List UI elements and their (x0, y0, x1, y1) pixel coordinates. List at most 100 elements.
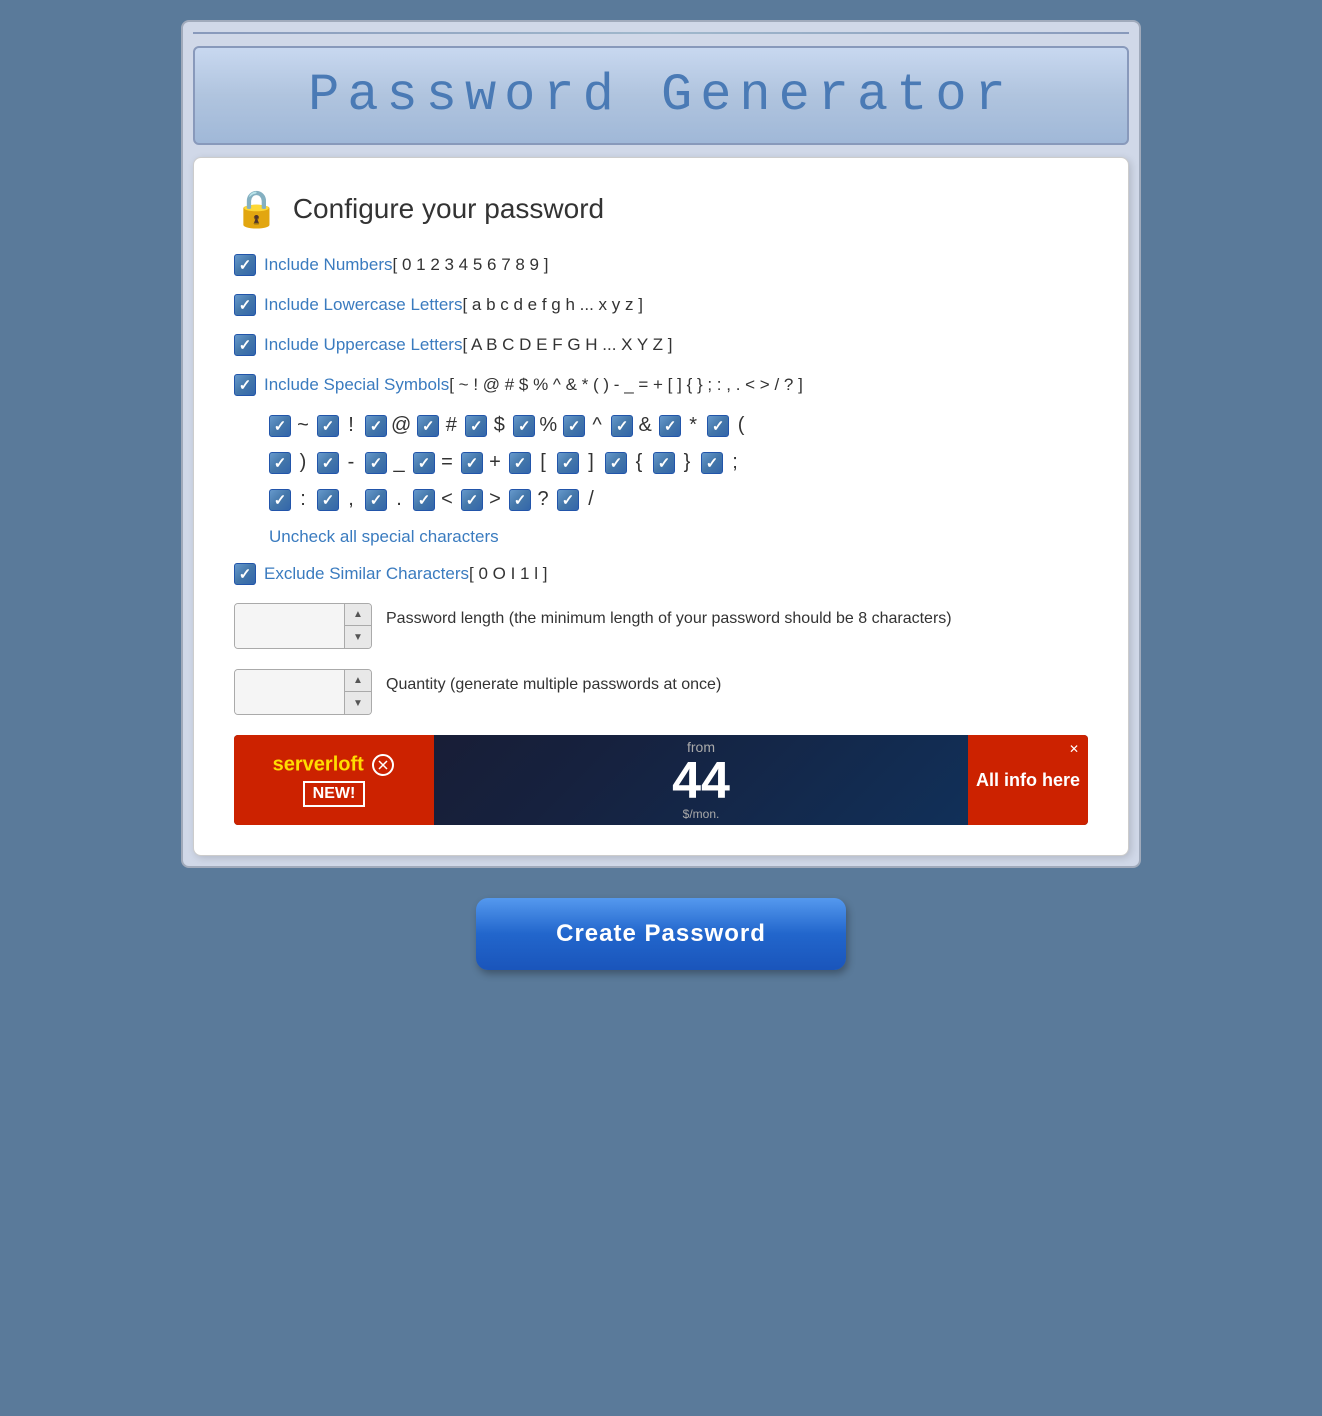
option-exclude-link[interactable]: Exclude Similar Characters (264, 564, 469, 583)
symbols-row-3: : , . < > (269, 488, 1088, 511)
checkbox-comma[interactable] (317, 489, 339, 511)
checkbox-lbracket[interactable] (509, 452, 531, 474)
symbol-lbracket: [ (535, 451, 551, 474)
symbol-comma: , (343, 488, 359, 511)
option-uppercase-suffix: [ A B C D E F G H ... X Y Z ] (462, 335, 672, 354)
spinner-quantity-buttons: ▲ ▼ (345, 670, 371, 714)
checkbox-excl[interactable] (317, 415, 339, 437)
symbol-colon: : (295, 488, 311, 511)
symbol-caret: ^ (589, 414, 605, 437)
option-special-label: Include Special Symbols[ ~ ! @ # $ % ^ &… (264, 375, 803, 395)
ad-new-label: NEW! (303, 781, 366, 807)
checkbox-rparen[interactable] (269, 452, 291, 474)
divider-top (193, 32, 1129, 34)
option-exclude-row: Exclude Similar Characters[ 0 O I 1 l ] (234, 563, 1088, 585)
option-numbers-link[interactable]: Include Numbers (264, 255, 393, 274)
symbol-item-at: @ (365, 414, 411, 437)
symbol-item-rbrace: } (653, 451, 695, 474)
checkbox-equals[interactable] (413, 452, 435, 474)
password-length-input[interactable]: 8 (235, 604, 345, 648)
symbols-row-1: ~ ! @ # $ (269, 414, 1088, 437)
quantity-input[interactable]: 1 (235, 670, 345, 714)
option-numbers-label: Include Numbers[ 0 1 2 3 4 5 6 7 8 9 ] (264, 255, 548, 275)
option-numbers-suffix: [ 0 1 2 3 4 5 6 7 8 9 ] (393, 255, 549, 274)
spinner-quantity-up[interactable]: ▲ (345, 670, 371, 692)
symbol-gt: > (487, 488, 503, 511)
symbol-hash: # (443, 414, 459, 437)
spinner-length-down[interactable]: ▼ (345, 626, 371, 648)
checkbox-exclude[interactable] (234, 563, 256, 585)
title-bar: Password Generator (193, 46, 1129, 145)
checkbox-underscore[interactable] (365, 452, 387, 474)
checkbox-at[interactable] (365, 415, 387, 437)
symbol-amp: & (637, 414, 653, 437)
symbols-grid: ~ ! @ # $ (269, 414, 1088, 511)
symbol-rbrace: } (679, 451, 695, 474)
panel-header: 🔒 Configure your password (234, 188, 1088, 230)
checkbox-lparen[interactable] (707, 415, 729, 437)
checkbox-rbracket[interactable] (557, 452, 579, 474)
symbol-item-caret: ^ (563, 414, 605, 437)
option-numbers-row: Include Numbers[ 0 1 2 3 4 5 6 7 8 9 ] (234, 254, 1088, 276)
symbol-item-amp: & (611, 414, 653, 437)
checkbox-amp[interactable] (611, 415, 633, 437)
symbol-at: @ (391, 414, 411, 437)
symbol-item-plus: + (461, 451, 503, 474)
symbol-underscore: _ (391, 451, 407, 474)
create-password-button[interactable]: Create Password (476, 898, 846, 970)
ad-close-button[interactable]: ✕ (1064, 739, 1084, 759)
symbol-excl: ! (343, 414, 359, 437)
symbol-minus: - (343, 451, 359, 474)
password-length-spinner[interactable]: 8 ▲ ▼ (234, 603, 372, 649)
checkbox-tilde[interactable] (269, 415, 291, 437)
symbol-item-dollar: $ (465, 414, 507, 437)
checkbox-special[interactable] (234, 374, 256, 396)
symbol-item-rparen: ) (269, 451, 311, 474)
checkbox-uppercase[interactable] (234, 334, 256, 356)
outer-container: Password Generator 🔒 Configure your pass… (181, 20, 1141, 868)
symbol-item-semicolon: ; (701, 451, 743, 474)
option-lowercase-link[interactable]: Include Lowercase Letters (264, 295, 462, 314)
symbol-item-question: ? (509, 488, 551, 511)
spinner-length-up[interactable]: ▲ (345, 604, 371, 626)
option-special-row: Include Special Symbols[ ~ ! @ # $ % ^ &… (234, 374, 1088, 396)
symbol-plus: + (487, 451, 503, 474)
uncheck-all-link[interactable]: Uncheck all special characters (269, 527, 1088, 547)
ad-banner[interactable]: serverloft NEW! from 44 $/mon. All info … (234, 735, 1088, 825)
checkbox-colon[interactable] (269, 489, 291, 511)
symbol-item-slash: / (557, 488, 599, 511)
symbol-dollar: $ (491, 414, 507, 437)
option-uppercase-row: Include Uppercase Letters[ A B C D E F G… (234, 334, 1088, 356)
symbol-item-tilde: ~ (269, 414, 311, 437)
checkbox-star[interactable] (659, 415, 681, 437)
option-uppercase-label: Include Uppercase Letters[ A B C D E F G… (264, 335, 673, 355)
checkbox-plus[interactable] (461, 452, 483, 474)
checkbox-question[interactable] (509, 489, 531, 511)
checkbox-dollar[interactable] (465, 415, 487, 437)
spinner-length-buttons: ▲ ▼ (345, 604, 371, 648)
checkbox-gt[interactable] (461, 489, 483, 511)
option-uppercase-link[interactable]: Include Uppercase Letters (264, 335, 462, 354)
checkbox-semicolon[interactable] (701, 452, 723, 474)
option-special-link[interactable]: Include Special Symbols (264, 375, 449, 394)
ad-period: $/mon. (683, 807, 720, 821)
checkbox-rbrace[interactable] (653, 452, 675, 474)
symbol-item-dot: . (365, 488, 407, 511)
quantity-spinner[interactable]: 1 ▲ ▼ (234, 669, 372, 715)
checkbox-caret[interactable] (563, 415, 585, 437)
symbol-star: * (685, 414, 701, 437)
symbol-item-excl: ! (317, 414, 359, 437)
checkbox-numbers[interactable] (234, 254, 256, 276)
option-exclude-suffix: [ 0 O I 1 l ] (469, 564, 547, 583)
checkbox-lbrace[interactable] (605, 452, 627, 474)
checkbox-lowercase[interactable] (234, 294, 256, 316)
checkbox-lt[interactable] (413, 489, 435, 511)
checkbox-minus[interactable] (317, 452, 339, 474)
checkbox-dot[interactable] (365, 489, 387, 511)
checkbox-hash[interactable] (417, 415, 439, 437)
checkbox-percent[interactable] (513, 415, 535, 437)
symbol-item-minus: - (317, 451, 359, 474)
option-exclude-label: Exclude Similar Characters[ 0 O I 1 l ] (264, 564, 547, 584)
spinner-quantity-down[interactable]: ▼ (345, 692, 371, 714)
checkbox-slash[interactable] (557, 489, 579, 511)
